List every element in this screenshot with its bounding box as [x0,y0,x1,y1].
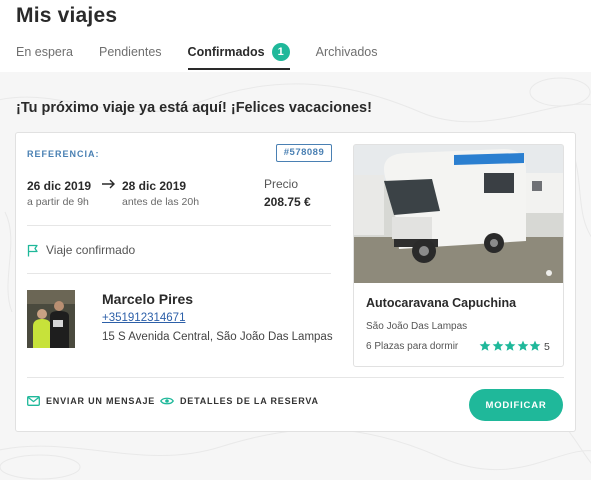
end-time: antes de las 20h [122,196,200,208]
rating-stars [479,340,542,352]
divider [27,225,331,226]
star-icon [529,340,541,351]
greeting-heading: ¡Tu próximo viaje ya está aquí! ¡Felices… [16,100,372,116]
envelope-icon [27,396,40,406]
star-icon [492,340,503,351]
vehicle-card[interactable]: Autocaravana Capuchina São João Das Lamp… [353,144,564,367]
star-icon [479,340,491,351]
reference-label: REFERENCIA: [27,149,100,159]
tab-pendientes[interactable]: Pendientes [99,44,162,70]
status-text: Viaje confirmado [46,243,136,257]
price-label: Precio [264,177,299,191]
page-header: Mis viajes En espera Pendientes Confirma… [0,0,591,72]
booking-card: REFERENCIA: #578089 26 dic 2019 a partir… [15,132,576,432]
modify-button[interactable]: MODIFICAR [469,389,563,421]
reference-code: #578089 [276,144,332,162]
divider [27,273,331,274]
send-message-button[interactable]: ENVIAR UN MENSAJE [27,396,155,406]
tab-label: Pendientes [98,45,162,59]
start-time: a partir de 9h [27,196,89,208]
price-value: 208.75 € [264,195,311,209]
tab-label: Confirmados [187,45,265,59]
host-address: 15 S Avenida Central, São João Das Lampa… [102,331,333,343]
arrow-right-icon [102,179,115,189]
flag-icon [27,244,38,256]
vehicle-name: Autocaravana Capuchina [366,296,517,310]
tab-bar: En espera Pendientes Confirmados 1 Archiv… [16,43,403,72]
divider [27,377,564,378]
vehicle-photo [354,145,563,283]
start-date: 26 dic 2019 [27,179,92,193]
page-title: Mis viajes [16,4,118,27]
count-badge: 1 [271,43,290,61]
rating-value: 5 [544,341,550,353]
star-icon [517,340,528,351]
vehicle-beds: 6 Plazas para dormir [366,341,459,352]
tab-label: Archivados [315,45,378,59]
end-date: 28 dic 2019 [122,179,187,193]
vehicle-location: São João Das Lampas [366,321,468,332]
star-icon [504,340,516,351]
tab-en-espera[interactable]: En espera [16,44,73,70]
eye-icon [160,397,174,405]
tab-archivados[interactable]: Archivados [316,44,378,70]
booking-details-label: DETALLES DE LA RESERVA [180,396,319,406]
booking-details-button[interactable]: DETALLES DE LA RESERVA [160,396,319,406]
host-phone-link[interactable]: +351912314671 [102,312,185,324]
host-avatar [27,290,75,348]
send-message-label: ENVIAR UN MENSAJE [46,396,156,406]
tab-confirmados[interactable]: Confirmados 1 [187,43,290,70]
status-row: Viaje confirmado [27,243,135,257]
host-name: Marcelo Pires [102,291,194,307]
tab-label: En espera [16,45,73,59]
